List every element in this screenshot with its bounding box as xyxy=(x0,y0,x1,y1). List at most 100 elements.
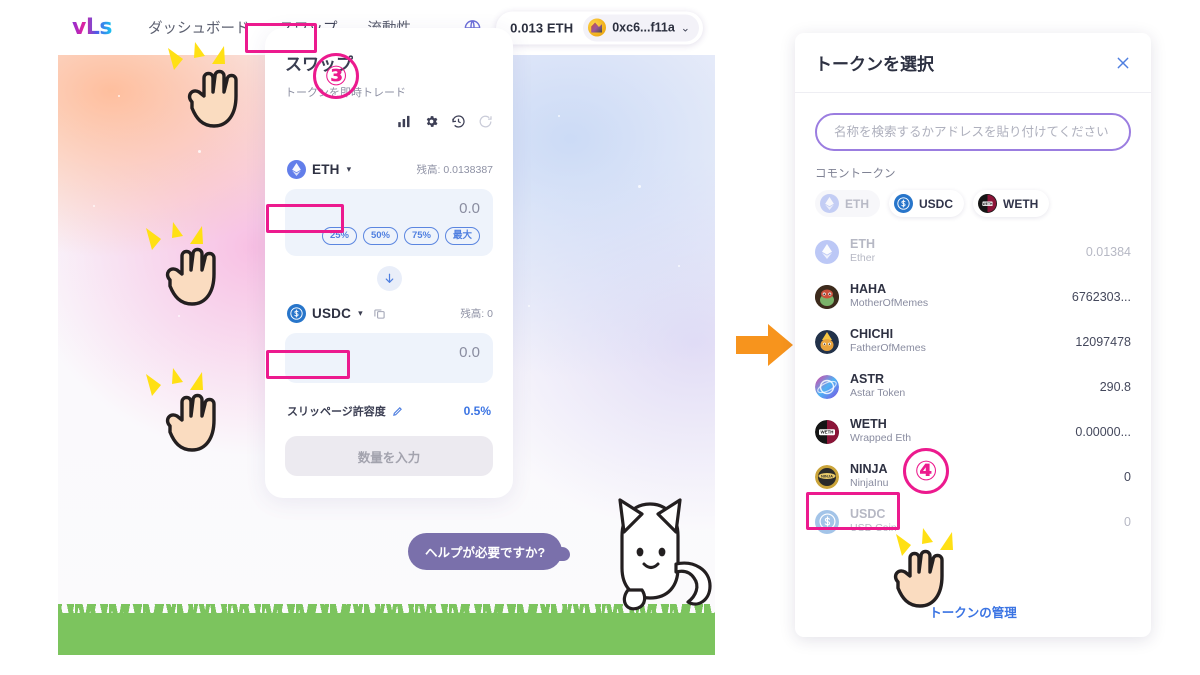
token-select-panel: トークンを選択 コモントークン ETH USDC WETH WETH xyxy=(795,33,1151,637)
token-symbol: USDC xyxy=(850,506,886,521)
panel-title: トークンを選択 xyxy=(815,55,934,74)
list-item[interactable]: WETH WETH Wrapped Eth 0.00000... xyxy=(795,409,1151,454)
pay-token-symbol: ETH xyxy=(312,162,340,177)
percent-50-button[interactable]: 50% xyxy=(362,227,398,246)
usdc-coin-icon xyxy=(815,509,839,534)
token-balance: 12097478 xyxy=(1075,334,1131,349)
slippage-row: スリッページ許容度 0.5% xyxy=(285,403,493,419)
copy-icon[interactable] xyxy=(373,307,386,320)
common-tokens-label: コモントークン xyxy=(815,168,896,180)
token-list: ETH Ether 0.01384 HAHA MotherOfMemes 676… xyxy=(795,229,1151,544)
percent-max-button[interactable]: 最大 xyxy=(444,227,480,246)
list-item[interactable]: NINJA NINJA NinjaInu 0 xyxy=(795,454,1151,499)
token-name: USD Coin xyxy=(850,522,897,535)
help-bubble-button[interactable]: ヘルプが必要ですか? xyxy=(408,533,571,570)
list-item[interactable]: CHICHI FatherOfMemes 12097478 xyxy=(795,319,1151,364)
chevron-down-icon: ⌄ xyxy=(680,22,690,34)
nav-item-dashboard[interactable]: ダッシュボード xyxy=(148,17,250,38)
close-icon[interactable] xyxy=(1115,55,1131,71)
token-text: ETH Ether xyxy=(850,237,1086,266)
account-address: 0xc6...f11a xyxy=(612,20,675,35)
submit-swap-button[interactable]: 数量を入力 xyxy=(285,436,493,477)
astr-coin-icon xyxy=(815,374,839,399)
token-name: NinjaInu xyxy=(850,477,889,490)
pay-token-selector[interactable]: ETH ▾ xyxy=(285,157,353,182)
chichi-coin-icon xyxy=(815,329,839,354)
avatar xyxy=(588,18,607,37)
common-tokens-chips: ETH USDC WETH WETH xyxy=(795,181,1151,217)
pay-token-row: ETH ▾ 残高: 0.0138387 xyxy=(285,157,493,182)
token-balance: 6762303... xyxy=(1071,289,1131,304)
token-balance: 0 xyxy=(1124,514,1131,529)
token-name: Wrapped Eth xyxy=(850,432,912,445)
weth-coin-icon: WETH xyxy=(978,194,998,213)
panel-header: トークンを選択 xyxy=(795,33,1151,93)
account-chip[interactable]: 0xc6...f11a ⌄ xyxy=(583,14,699,41)
brand-logo[interactable]: vLs xyxy=(72,15,112,40)
common-chip-usdc[interactable]: USDC xyxy=(889,190,965,217)
token-name: MotherOfMemes xyxy=(850,297,929,310)
search-wrap xyxy=(795,93,1151,151)
history-clock-icon[interactable] xyxy=(451,114,466,129)
manage-tokens-link[interactable]: トークンの管理 xyxy=(795,602,1151,621)
common-chip-weth[interactable]: WETH WETH xyxy=(973,190,1050,217)
swap-tools xyxy=(285,114,493,129)
token-balance: 0.01384 xyxy=(1085,244,1131,259)
swap-direction-wrap xyxy=(285,266,493,292)
search-input[interactable] xyxy=(815,113,1131,151)
percent-75-button[interactable]: 75% xyxy=(403,227,439,246)
pay-balance-label: 残高: 0.0138387 xyxy=(416,164,493,176)
receive-token-row: USDC ▾ 残高: 0 xyxy=(285,301,493,326)
eth-coin-icon xyxy=(815,239,839,264)
eth-coin-icon xyxy=(820,194,839,213)
flow-arrow-icon xyxy=(736,324,793,366)
receive-token-selector[interactable]: USDC ▾ xyxy=(285,301,365,326)
token-balance: 0 xyxy=(1124,469,1131,484)
token-text: WETH Wrapped Eth xyxy=(850,417,1075,446)
token-symbol: CHICHI xyxy=(850,326,894,341)
list-item[interactable]: USDC USD Coin 0 xyxy=(795,499,1151,544)
token-text: CHICHI FatherOfMemes xyxy=(850,327,1075,356)
list-item[interactable]: HAHA MotherOfMemes 6762303... xyxy=(795,274,1151,319)
receive-amount-box[interactable]: 0.0 xyxy=(285,333,493,384)
token-text: HAHA MotherOfMemes xyxy=(850,282,1072,311)
token-symbol: NINJA xyxy=(850,461,888,476)
list-item[interactable]: ASTR Astar Token 290.8 xyxy=(795,364,1151,409)
pay-amount-value[interactable]: 0.0 xyxy=(459,200,480,217)
swap-subtitle: トークンを即時トレード xyxy=(285,87,406,99)
refresh-icon[interactable] xyxy=(478,114,493,129)
receive-token-symbol: USDC xyxy=(312,306,352,322)
settings-gear-icon[interactable] xyxy=(424,114,439,129)
swap-card: スワップ トークンを即時トレード ETH ▾ 残高: 0.0138387 0.0… xyxy=(265,28,513,498)
pencil-icon[interactable] xyxy=(392,406,403,417)
token-name: Astar Token xyxy=(850,387,906,400)
wallet-pill[interactable]: 0.013 ETH 0xc6...f11a ⌄ xyxy=(496,11,703,44)
common-chip-label: ETH xyxy=(845,196,869,211)
token-symbol: ASTR xyxy=(850,371,885,386)
token-name: FatherOfMemes xyxy=(850,342,926,355)
list-item[interactable]: ETH Ether 0.01384 xyxy=(795,229,1151,274)
usdc-coin-icon xyxy=(894,194,913,213)
token-text: NINJA NinjaInu xyxy=(850,462,1124,491)
swap-app-window: vLs ダッシュボード スワップ 流動性 0.013 ETH 0xc6...f1… xyxy=(58,0,715,655)
token-balance: 0.00000... xyxy=(1075,424,1131,439)
eth-coin-icon xyxy=(287,160,306,179)
pay-amount-box[interactable]: 0.0 25% 50% 75% 最大 xyxy=(285,189,493,257)
receive-amount-value[interactable]: 0.0 xyxy=(459,344,480,361)
common-chip-eth[interactable]: ETH xyxy=(815,190,880,217)
cat-mascot-illustration xyxy=(618,498,712,611)
svg-text:WETH: WETH xyxy=(821,429,834,434)
ninja-coin-icon: NINJA xyxy=(815,464,839,489)
chevron-down-icon: ▾ xyxy=(358,308,363,319)
token-symbol: HAHA xyxy=(850,281,887,296)
percent-25-button[interactable]: 25% xyxy=(321,227,357,246)
svg-text:NINJA: NINJA xyxy=(821,473,833,478)
slippage-left: スリッページ許容度 xyxy=(287,403,403,419)
chart-icon[interactable] xyxy=(397,114,412,129)
svg-text:WETH: WETH xyxy=(983,202,993,206)
swap-direction-arrow-icon[interactable] xyxy=(376,266,402,292)
eth-balance-label: 0.013 ETH xyxy=(510,20,574,35)
chevron-down-icon: ▾ xyxy=(346,164,352,174)
token-text: ASTR Astar Token xyxy=(850,372,1100,401)
haha-coin-icon xyxy=(815,284,839,309)
